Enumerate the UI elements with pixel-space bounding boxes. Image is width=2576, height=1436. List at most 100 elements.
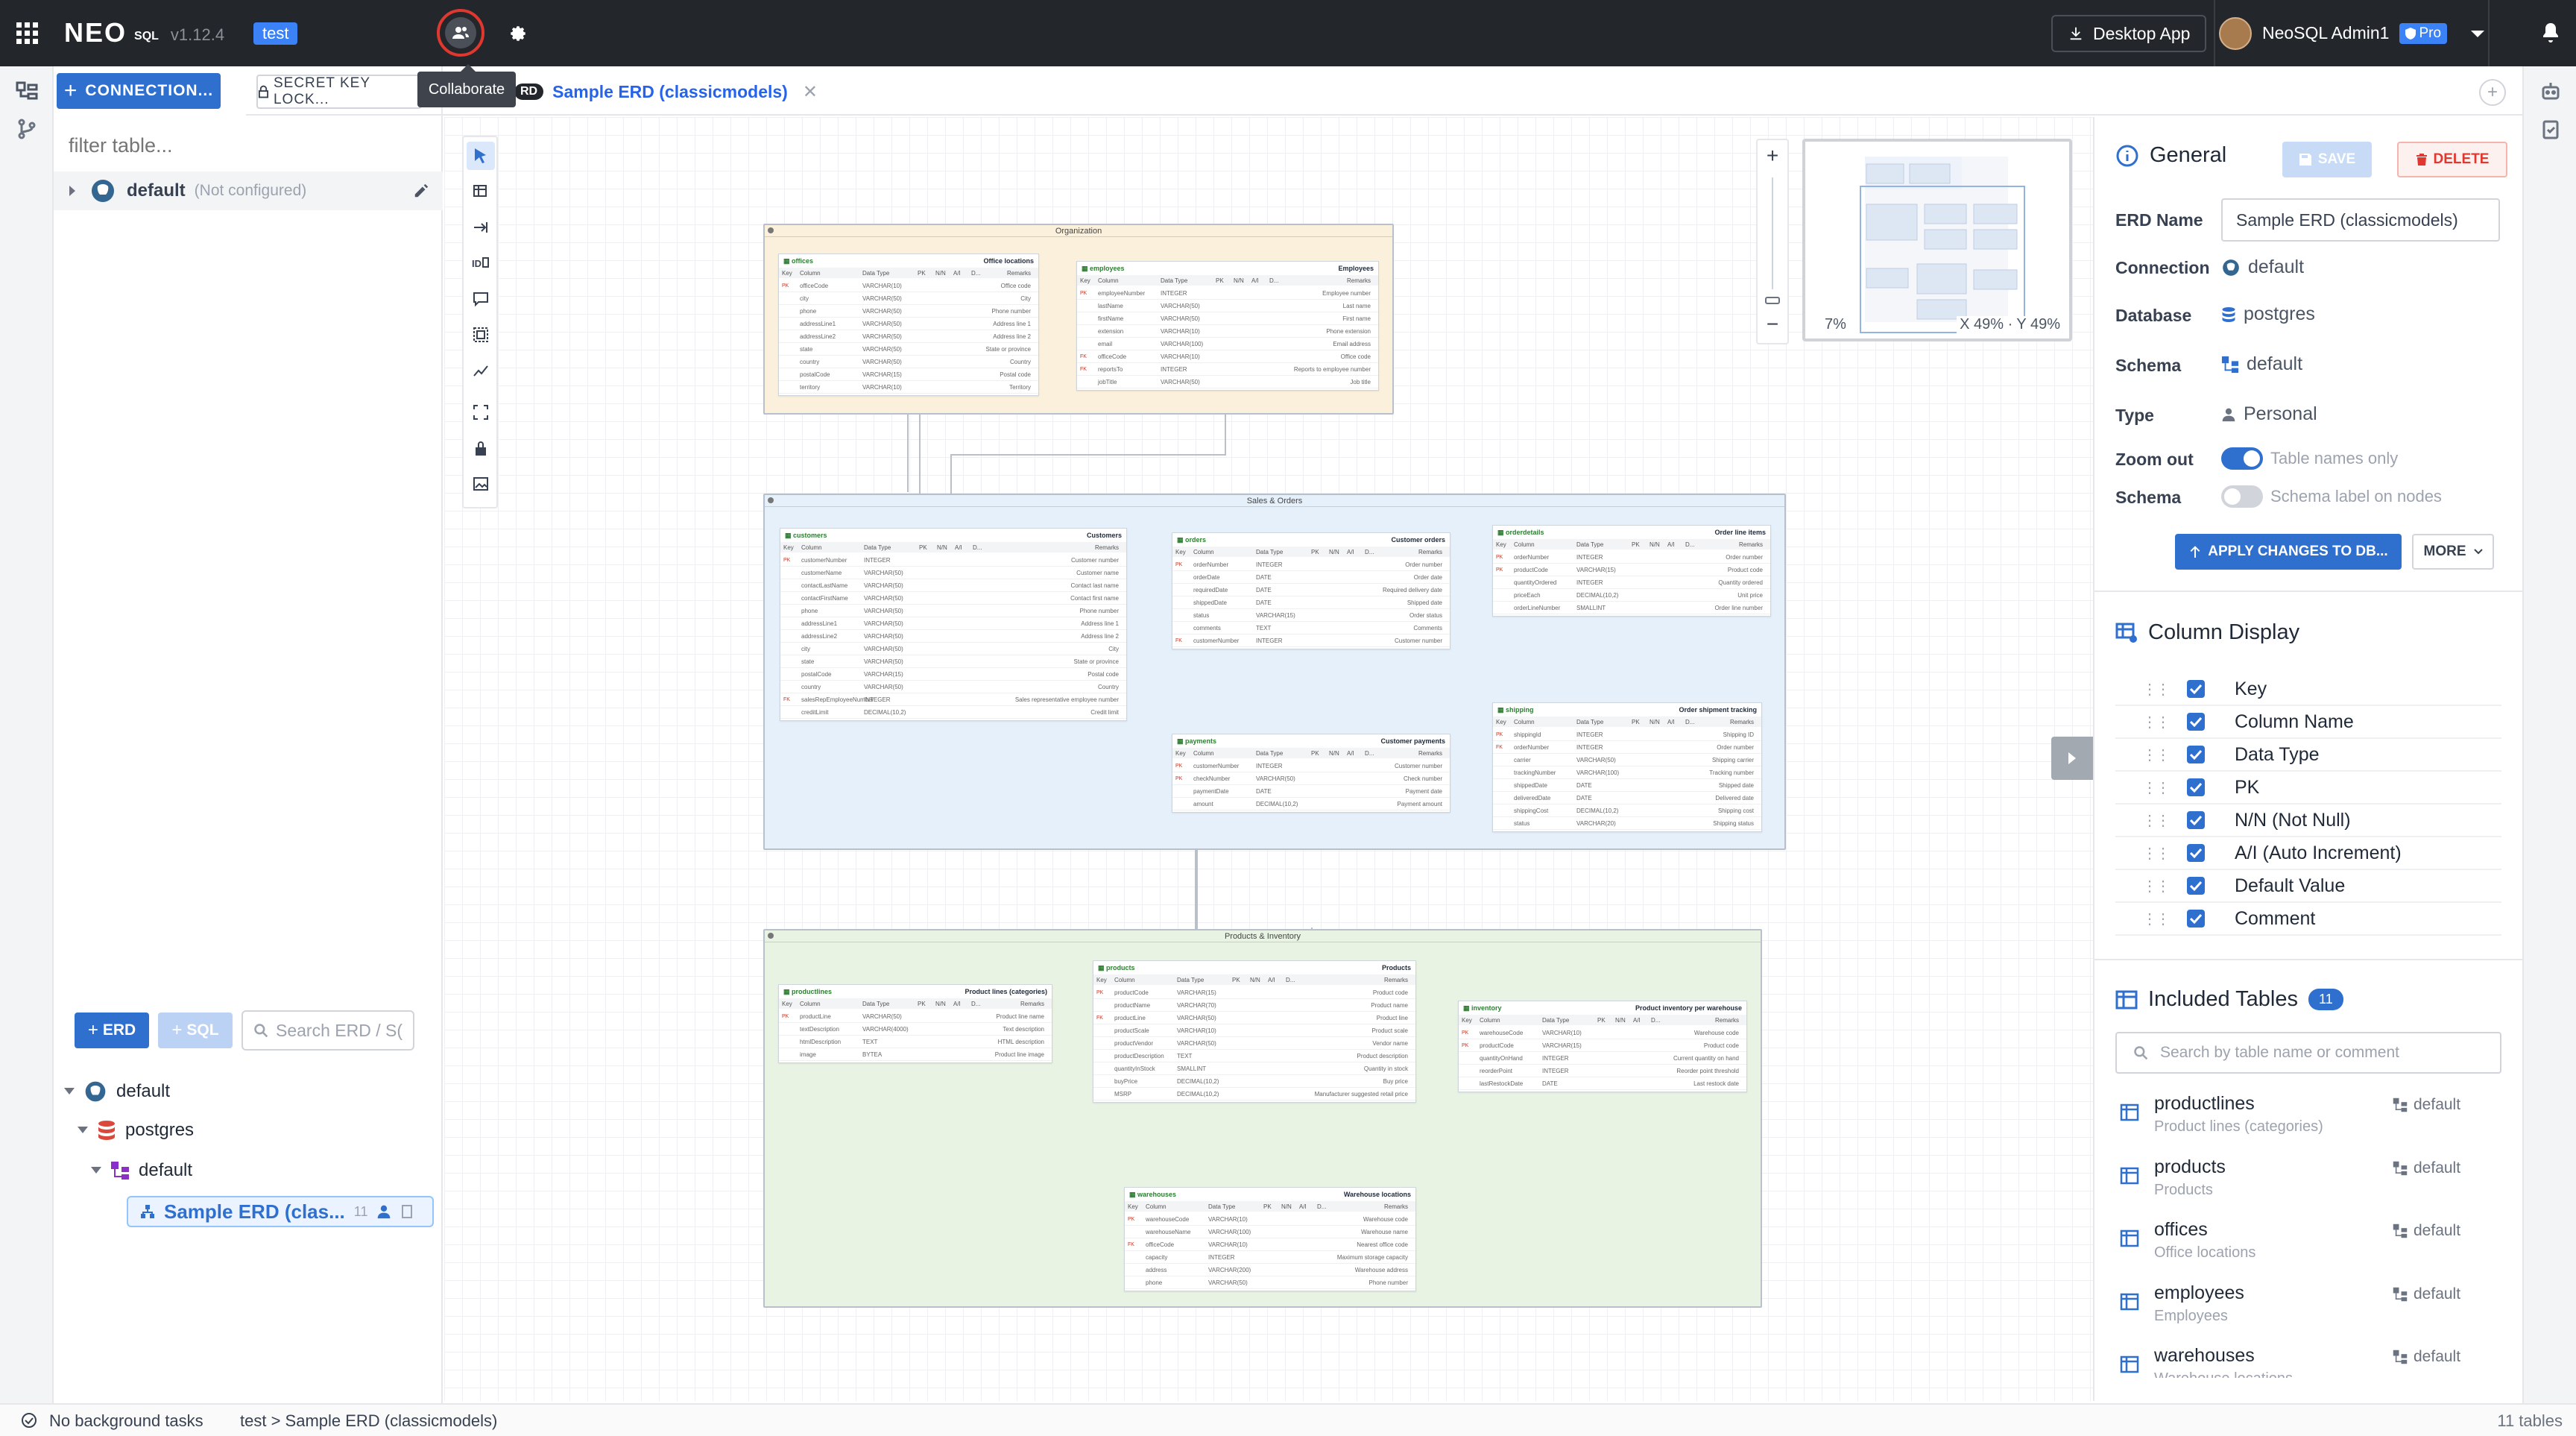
column-display-checkbox[interactable] bbox=[2187, 713, 2205, 731]
erd-column-row[interactable]: addressLine2 VARCHAR(50) Address line 2 bbox=[779, 330, 1038, 343]
erd-column-row[interactable]: quantityInStock SMALLINT Quantity in stock bbox=[1093, 1062, 1415, 1075]
drag-handle-icon[interactable]: ⋮⋮ bbox=[2115, 910, 2171, 928]
erd-column-row[interactable]: FK salesRepEmployeeNumber INTEGER Sales rep… bbox=[780, 693, 1126, 706]
erd-column-row[interactable]: productDescription TEXT Product descriptio… bbox=[1093, 1050, 1415, 1062]
erd-column-row[interactable]: orderLineNumber SMALLINT Order line number bbox=[1493, 602, 1770, 614]
erd-table-header[interactable]: ▦ products Products bbox=[1093, 961, 1415, 974]
erd-table-customers[interactable]: ▦ customers Customers Key Column Data Type PK… bbox=[780, 528, 1127, 721]
included-table-row[interactable]: productlines Product lines (categories) de… bbox=[2115, 1093, 2501, 1156]
erd-column-row[interactable]: country VARCHAR(50) Country bbox=[779, 356, 1038, 368]
erd-table-header[interactable]: ▦ inventory Product inventory per warehou… bbox=[1459, 1001, 1746, 1015]
erd-column-row[interactable]: city VARCHAR(50) City bbox=[780, 643, 1126, 655]
erd-table-warehouses[interactable]: ▦ warehouses Warehouse locations Key Column… bbox=[1124, 1187, 1416, 1291]
erd-table-header[interactable]: ▦ orders Customer orders bbox=[1172, 533, 1450, 547]
erd-column-row[interactable]: PK productCode VARCHAR(15) Product code bbox=[1459, 1039, 1746, 1052]
erd-column-row[interactable]: lastName VARCHAR(50) Last name bbox=[1077, 300, 1378, 312]
erd-column-row[interactable]: deliveredDate DATE Delivered date bbox=[1493, 792, 1761, 804]
zoom-out-button[interactable]: − bbox=[1758, 312, 1787, 337]
erd-column-row[interactable]: PK officeCode VARCHAR(10) Office code bbox=[779, 280, 1038, 292]
included-table-row[interactable]: offices Office locations default bbox=[2115, 1219, 2501, 1282]
erd-column-row[interactable]: FK orderNumber INTEGER Order number bbox=[1493, 741, 1761, 754]
save-button[interactable]: SAVE bbox=[2282, 142, 2372, 177]
erd-column-row[interactable]: addressLine2 VARCHAR(50) Address line 2 bbox=[780, 630, 1126, 643]
erd-column-row[interactable]: PK warehouseCode VARCHAR(10) Warehouse code bbox=[1459, 1027, 1746, 1039]
erd-table-orderdetails[interactable]: ▦ orderdetails Order line items Key Column D… bbox=[1492, 525, 1771, 617]
more-button[interactable]: MORE bbox=[2412, 534, 2494, 570]
erd-column-row[interactable]: carrier VARCHAR(50) Shipping carrier bbox=[1493, 754, 1761, 766]
erd-column-row[interactable]: orderDate DATE Order date bbox=[1172, 571, 1450, 584]
erd-column-row[interactable]: shippedDate DATE Shipped date bbox=[1493, 779, 1761, 792]
erd-table-header[interactable]: ▦ employees Employees bbox=[1077, 262, 1378, 275]
erd-column-row[interactable]: status VARCHAR(15) Order status bbox=[1172, 609, 1450, 622]
expand-panel-button[interactable] bbox=[2051, 737, 2093, 780]
select-tool-icon[interactable] bbox=[467, 142, 495, 170]
erd-column-row[interactable]: warehouseName VARCHAR(100) Warehouse name bbox=[1125, 1226, 1415, 1238]
erd-column-row[interactable]: phone VARCHAR(50) Phone number bbox=[779, 305, 1038, 318]
zoom-slider-track[interactable] bbox=[1772, 177, 1773, 289]
erd-table-orders[interactable]: ▦ orders Customer orders Key Column Data Typ… bbox=[1172, 532, 1450, 649]
comment-icon[interactable] bbox=[467, 285, 495, 313]
column-display-checkbox[interactable] bbox=[2187, 778, 2205, 796]
included-table-row[interactable]: employees Employees default bbox=[2115, 1282, 2501, 1345]
erd-column-row[interactable]: addressLine1 VARCHAR(50) Address line 1 bbox=[779, 318, 1038, 330]
erd-column-row[interactable]: addressLine1 VARCHAR(50) Address line 1 bbox=[780, 617, 1126, 630]
erd-column-row[interactable]: shippingCost DECIMAL(10,2) Shipping cost bbox=[1493, 804, 1761, 817]
erd-column-row[interactable]: image BYTEA Product line image bbox=[779, 1048, 1052, 1061]
erd-column-row[interactable]: quantityOrdered INTEGER Quantity ordered bbox=[1493, 576, 1770, 589]
erd-table-payments[interactable]: ▦ payments Customer payments Key Column Data… bbox=[1172, 734, 1450, 813]
zoom-slider-handle[interactable] bbox=[1765, 297, 1780, 304]
schema-label-toggle[interactable] bbox=[2221, 485, 2263, 508]
erd-table-header[interactable]: ▦ payments Customer payments bbox=[1172, 734, 1450, 748]
erd-column-row[interactable]: PK productLine VARCHAR(50) Product line nam… bbox=[779, 1010, 1052, 1023]
erd-column-row[interactable]: jobTitle VARCHAR(50) Job title bbox=[1077, 376, 1378, 388]
erd-column-row[interactable]: productVendor VARCHAR(50) Vendor name bbox=[1093, 1037, 1415, 1050]
column-display-checkbox[interactable] bbox=[2187, 811, 2205, 829]
erd-column-row[interactable]: postalCode VARCHAR(15) Postal code bbox=[779, 368, 1038, 381]
erd-column-row[interactable]: phone VARCHAR(50) Phone number bbox=[1125, 1276, 1415, 1289]
erd-column-row[interactable]: creditLimit DECIMAL(10,2) Credit limit bbox=[780, 706, 1126, 719]
drag-handle-icon[interactable]: ⋮⋮ bbox=[2115, 844, 2171, 863]
column-display-checkbox[interactable] bbox=[2187, 910, 2205, 928]
erd-column-row[interactable]: MSRP DECIMAL(10,2) Manufacturer suggested … bbox=[1093, 1088, 1415, 1100]
erd-column-row[interactable]: textDescription VARCHAR(4000) Text descrip… bbox=[779, 1023, 1052, 1036]
erd-column-row[interactable]: lastRestockDate DATE Last restock date bbox=[1459, 1077, 1746, 1090]
column-display-checkbox[interactable] bbox=[2187, 844, 2205, 862]
drag-handle-icon[interactable]: ⋮⋮ bbox=[2115, 713, 2171, 731]
erd-column-row[interactable]: phone VARCHAR(50) Phone number bbox=[780, 605, 1126, 617]
erd-column-row[interactable]: productName VARCHAR(70) Product name bbox=[1093, 999, 1415, 1012]
column-display-row[interactable]: ⋮⋮ Comment bbox=[2115, 903, 2501, 936]
included-search-input[interactable]: Search by table name or comment bbox=[2115, 1032, 2501, 1074]
fit-view-icon[interactable] bbox=[467, 398, 495, 426]
erd-column-row[interactable]: address VARCHAR(200) Warehouse address bbox=[1125, 1264, 1415, 1276]
column-display-row[interactable]: ⋮⋮ PK bbox=[2115, 772, 2501, 804]
erd-column-row[interactable]: productScale VARCHAR(10) Product scale bbox=[1093, 1024, 1415, 1037]
included-table-row[interactable]: products Products default bbox=[2115, 1156, 2501, 1219]
erd-table-header[interactable]: ▦ orderdetails Order line items bbox=[1493, 526, 1770, 539]
erd-column-row[interactable]: comments TEXT Comments bbox=[1172, 622, 1450, 634]
erd-column-row[interactable]: priceEach DECIMAL(10,2) Unit price bbox=[1493, 589, 1770, 602]
erd-column-row[interactable]: city VARCHAR(50) City bbox=[779, 292, 1038, 305]
erd-table-employees[interactable]: ▦ employees Employees Key Column Data Type PK… bbox=[1076, 261, 1379, 391]
erd-table-offices[interactable]: ▦ offices Office locations Key Column Data T… bbox=[778, 253, 1039, 396]
erd-column-row[interactable]: amount DECIMAL(10,2) Payment amount bbox=[1172, 798, 1450, 810]
erd-column-row[interactable]: status VARCHAR(20) Shipping status bbox=[1493, 817, 1761, 830]
erd-column-row[interactable]: PK checkNumber VARCHAR(50) Check number bbox=[1172, 772, 1450, 785]
included-table-row[interactable]: warehouses Warehouse locations default bbox=[2115, 1345, 2501, 1378]
erd-column-row[interactable]: buyPrice DECIMAL(10,2) Buy price bbox=[1093, 1075, 1415, 1088]
erd-column-row[interactable]: email VARCHAR(100) Email address bbox=[1077, 338, 1378, 350]
erd-column-row[interactable]: reorderPoint INTEGER Reorder point thresho… bbox=[1459, 1065, 1746, 1077]
erd-column-row[interactable]: contactFirstName VARCHAR(50) Contact first… bbox=[780, 592, 1126, 605]
apply-changes-button[interactable]: APPLY CHANGES TO DB... bbox=[2175, 534, 2402, 570]
drag-handle-icon[interactable]: ⋮⋮ bbox=[2115, 877, 2171, 895]
erd-table-header[interactable]: ▦ productlines Product lines (categories) bbox=[779, 985, 1052, 998]
erd-column-row[interactable]: FK customerNumber INTEGER Customer number bbox=[1172, 634, 1450, 647]
column-display-row[interactable]: ⋮⋮ Default Value bbox=[2115, 870, 2501, 903]
erd-column-row[interactable]: requiredDate DATE Required delivery date bbox=[1172, 584, 1450, 596]
erd-column-row[interactable]: trackingNumber VARCHAR(100) Tracking numbe… bbox=[1493, 766, 1761, 779]
drag-handle-icon[interactable]: ⋮⋮ bbox=[2115, 778, 2171, 797]
delete-button[interactable]: DELETE bbox=[2397, 142, 2507, 177]
zoom-out-toggle[interactable] bbox=[2221, 447, 2263, 470]
erd-column-row[interactable]: postalCode VARCHAR(15) Postal code bbox=[780, 668, 1126, 681]
erd-column-row[interactable]: FK productLine VARCHAR(50) Product line bbox=[1093, 1012, 1415, 1024]
lock-icon[interactable] bbox=[467, 434, 495, 462]
